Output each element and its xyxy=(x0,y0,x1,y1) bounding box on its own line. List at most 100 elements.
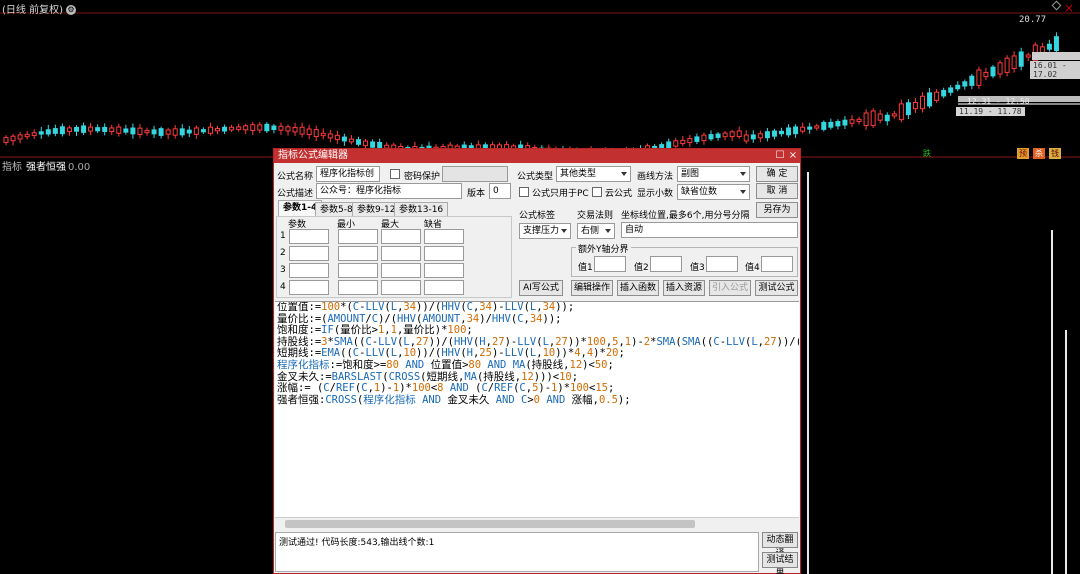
decimals-label: 显示小数 xyxy=(637,189,674,199)
candle-body xyxy=(715,133,721,138)
dialog-titlebar[interactable]: 指标公式编辑器 ☐ × xyxy=(274,149,800,163)
param-min-input[interactable] xyxy=(338,229,378,244)
candle-body xyxy=(1053,36,1059,52)
candle-body xyxy=(102,126,108,132)
import-formula-button[interactable]: 引入公式 xyxy=(709,280,751,296)
formula-name-input[interactable]: 程序化指标创 xyxy=(316,166,380,182)
tab-params-13-16[interactable]: 参数13-16 xyxy=(394,202,449,217)
param-name-input[interactable] xyxy=(289,280,329,295)
candle-body xyxy=(1039,46,1045,54)
test-result-button[interactable]: 测试结果 xyxy=(762,552,798,574)
candle-body xyxy=(165,129,171,135)
settings-gear-icon[interactable]: ⚙ xyxy=(65,5,76,15)
candle-body xyxy=(38,131,44,135)
candle-body xyxy=(856,118,862,123)
price-range-bar xyxy=(1032,52,1080,60)
candle-body xyxy=(673,140,679,147)
param-min-input[interactable] xyxy=(338,263,378,278)
param-default-input[interactable] xyxy=(424,280,464,295)
param-name-input[interactable] xyxy=(289,263,329,278)
candle-body xyxy=(137,127,143,135)
param-name-input[interactable] xyxy=(289,229,329,244)
scrollbar-thumb[interactable] xyxy=(285,520,695,528)
cancel-button[interactable]: 取 消 xyxy=(756,183,798,199)
val4-input[interactable] xyxy=(761,256,793,272)
formula-desc-input[interactable]: 公众号：程序化指标 xyxy=(316,183,462,199)
candle-body xyxy=(243,125,249,131)
param-max-input[interactable] xyxy=(381,280,421,295)
candle-body xyxy=(320,132,326,137)
code-line: 强者恒强:CROSS(程序化指标 AND 金叉未久 AND C>0 AND 涨幅… xyxy=(277,393,631,406)
password-checkbox[interactable] xyxy=(390,169,400,179)
price-high-label: 20.77 xyxy=(1019,15,1047,25)
candle-body xyxy=(151,129,157,135)
insert-resource-button[interactable]: 插入资源 xyxy=(663,280,705,296)
candle-body xyxy=(1025,54,1031,58)
param-default-input[interactable] xyxy=(424,229,464,244)
param-max-input[interactable] xyxy=(381,263,421,278)
candle-body xyxy=(1011,55,1017,69)
edit-operation-button[interactable]: 编辑操作 xyxy=(571,280,613,296)
candle-body xyxy=(905,102,911,116)
candle-body xyxy=(990,66,996,77)
candle-body xyxy=(313,129,319,138)
ai-write-button[interactable]: AI写公式 xyxy=(519,280,563,296)
password-input[interactable] xyxy=(442,166,508,182)
candle-body xyxy=(144,130,150,134)
param-name-input[interactable] xyxy=(289,246,329,261)
candle-body xyxy=(278,125,284,131)
pc-only-label: 公式只用于PC xyxy=(532,189,589,199)
signal-badge: 杀 xyxy=(1033,148,1045,159)
close-x-icon[interactable]: × xyxy=(1064,1,1074,15)
save-as-button[interactable]: 另存为 xyxy=(756,202,798,218)
candle-body xyxy=(130,127,136,135)
val1-label: 值1 xyxy=(578,263,593,273)
coord-input[interactable]: 自动 xyxy=(621,222,798,238)
decimals-select[interactable]: 缺省位数 xyxy=(677,184,750,200)
candle-body xyxy=(863,112,869,127)
candle-body xyxy=(348,138,354,143)
version-input[interactable]: 0 xyxy=(489,183,511,199)
pc-only-checkbox[interactable] xyxy=(519,187,529,197)
editor-horizontal-scrollbar[interactable] xyxy=(275,517,799,529)
cloud-checkbox[interactable] xyxy=(592,187,602,197)
val2-label: 值2 xyxy=(634,263,649,273)
trade-rule-select[interactable]: 右侧 xyxy=(577,223,615,239)
param-default-input[interactable] xyxy=(424,246,464,261)
formula-tag-select[interactable]: 支撑压力 xyxy=(519,223,571,239)
close-icon[interactable]: × xyxy=(787,150,799,162)
candle-body xyxy=(66,127,72,133)
ok-button[interactable]: 确 定 xyxy=(756,166,798,182)
indicator-value: 0.00 xyxy=(68,162,91,173)
candle-body xyxy=(793,126,799,135)
param-default-input[interactable] xyxy=(424,263,464,278)
formula-code-editor[interactable]: 位置值:=100*(C-LLV(L,34))/(HHV(C,34)-LLV(L,… xyxy=(275,301,799,517)
candle-body xyxy=(722,132,728,138)
param-max-input[interactable] xyxy=(381,229,421,244)
param-row-number: 4 xyxy=(280,282,286,292)
candle-body xyxy=(52,128,58,134)
insert-function-button[interactable]: 插入函数 xyxy=(617,280,659,296)
candle-body xyxy=(186,129,192,134)
val1-input[interactable] xyxy=(594,256,626,272)
draw-method-select[interactable]: 副图 xyxy=(677,166,750,182)
param-min-input[interactable] xyxy=(338,246,378,261)
maximize-icon[interactable]: ☐ xyxy=(774,150,786,162)
candle-body xyxy=(193,127,199,135)
status-message: 测试通过! 代码长度:543,输出线个数:1 xyxy=(279,538,435,548)
candle-body xyxy=(898,103,904,121)
param-min-input[interactable] xyxy=(338,280,378,295)
param-row-number: 1 xyxy=(280,231,286,241)
param-max-input[interactable] xyxy=(381,246,421,261)
candle-body xyxy=(59,126,65,135)
candle-body xyxy=(920,95,925,110)
candle-body xyxy=(757,133,763,139)
test-formula-button[interactable]: 测试公式 xyxy=(755,280,798,296)
candle-group xyxy=(3,32,1059,162)
candle-body xyxy=(292,126,298,133)
candle-body xyxy=(1046,43,1052,50)
formula-type-select[interactable]: 其他类型 xyxy=(556,166,631,182)
val3-input[interactable] xyxy=(706,256,738,272)
val2-input[interactable] xyxy=(650,256,682,272)
dynamic-translate-button[interactable]: 动态翻译 xyxy=(762,532,798,559)
